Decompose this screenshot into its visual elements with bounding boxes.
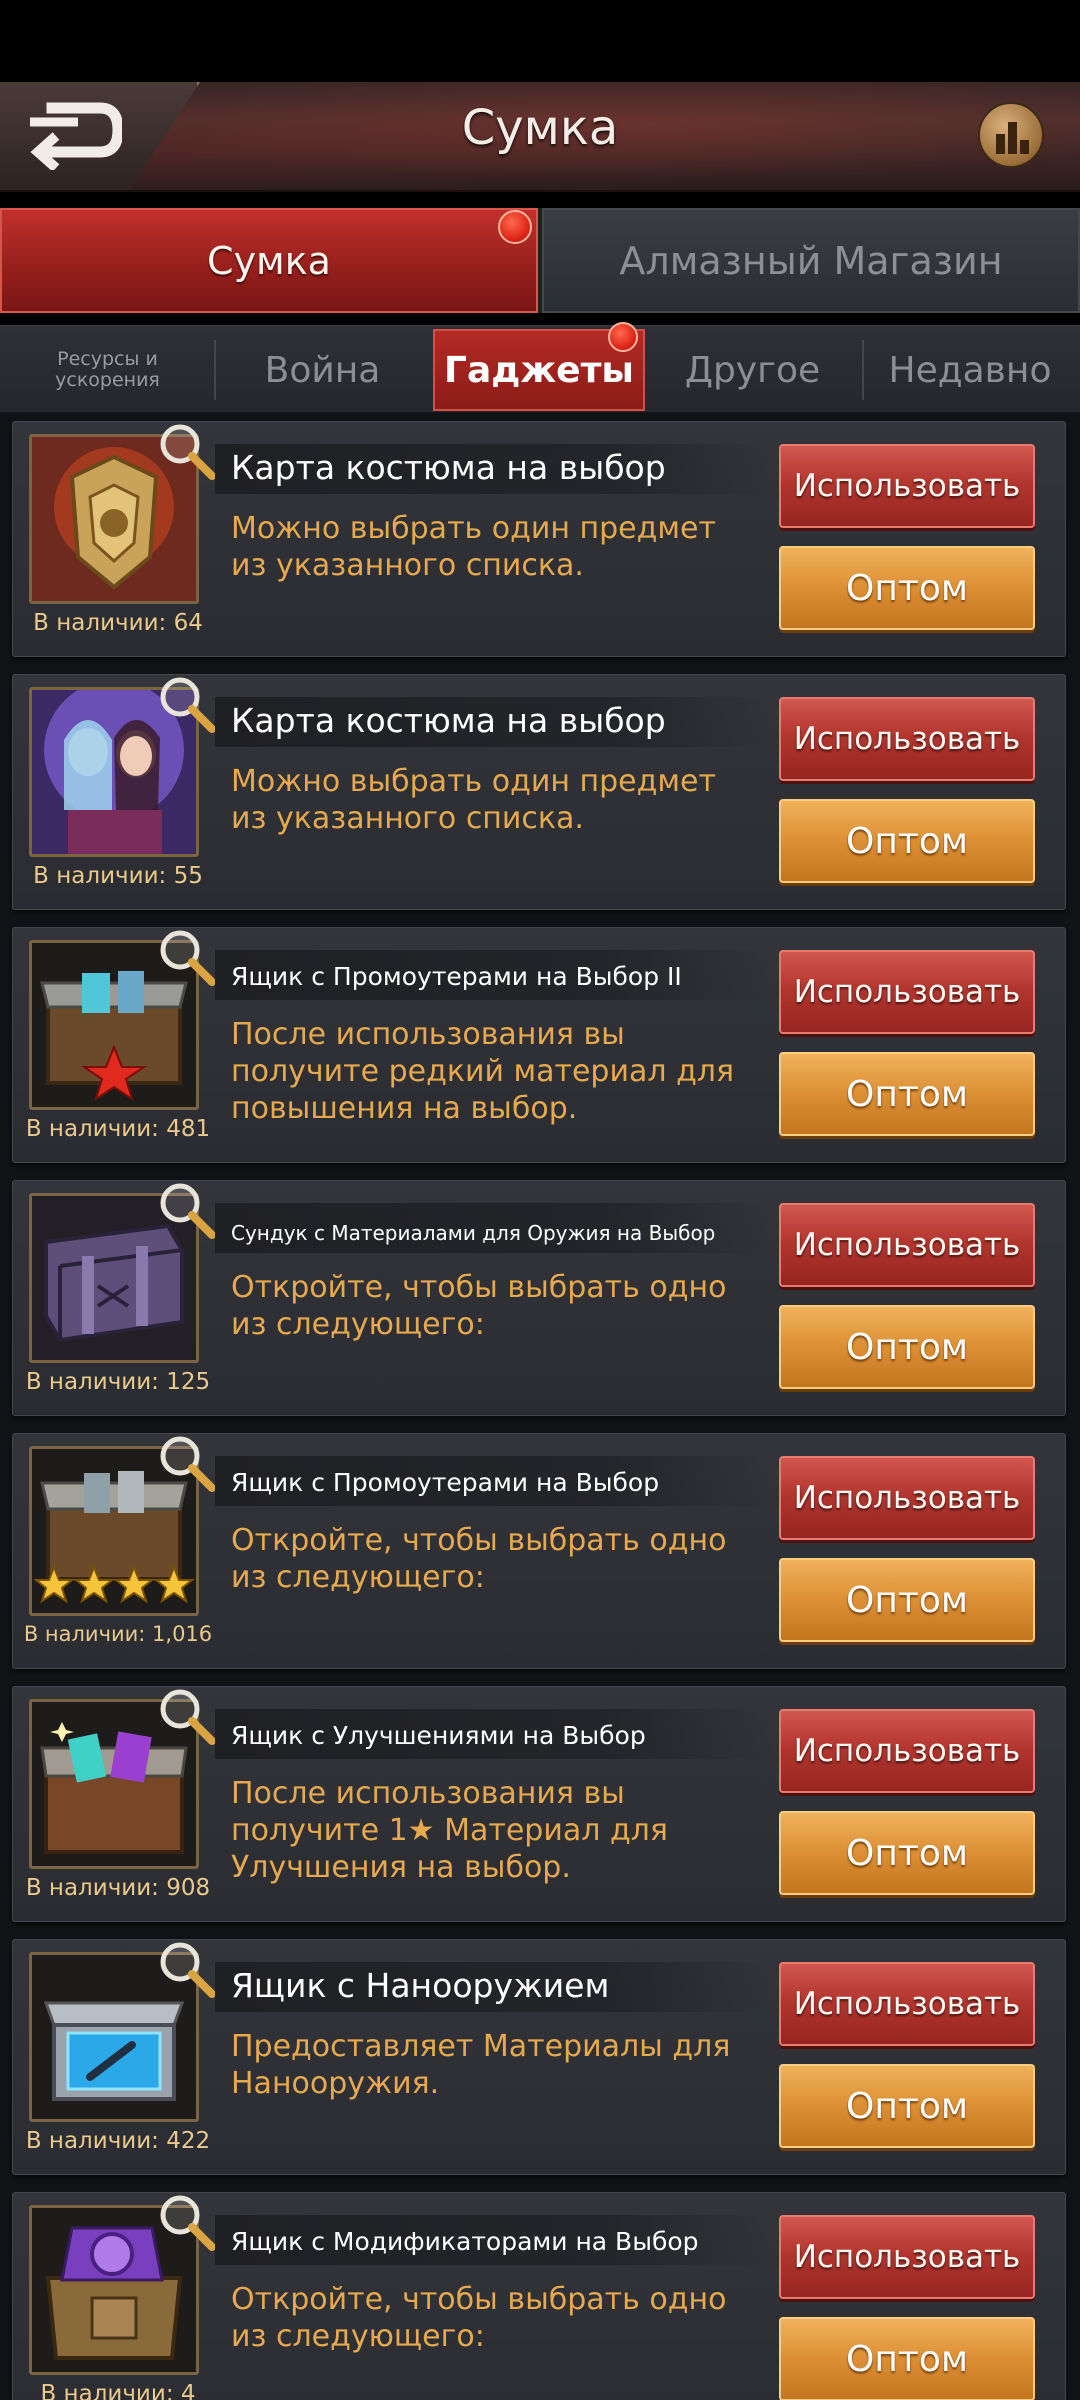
item-name: Карта костюма на выбор [231,701,666,740]
sub-tabs: Ресурсы и ускорения Война Гаджеты Другое… [0,322,1080,414]
item-name: Сундук с Материалами для Оружия на Выбор [231,1221,716,1245]
use-button[interactable]: Использовать [779,1709,1035,1793]
list-item: В наличии: 1,016 Ящик с Промоутерами на … [12,1433,1066,1669]
use-button[interactable]: Использовать [779,1962,1035,2046]
use-button[interactable]: Использовать [779,1203,1035,1287]
stats-button[interactable] [978,102,1044,168]
notification-badge [498,210,532,244]
magnifier-icon[interactable] [158,1940,218,2000]
subtab-recent[interactable]: Недавно [860,326,1080,414]
bulk-button[interactable]: Оптом [779,2317,1035,2400]
item-quantity: В наличии: 422 [25,2128,211,2154]
item-description: Откройте, чтобы выбрать одно из следующе… [231,1523,727,1595]
list-item: В наличии: 422 Ящик с Нанооружием Предос… [12,1939,1066,2175]
bulk-button[interactable]: Оптом [779,1811,1035,1895]
magnifier-icon[interactable] [158,1181,218,1241]
item-name: Ящик с Промоутерами на Выбор [231,1468,660,1497]
magnifier-icon[interactable] [158,675,218,735]
item-quantity: В наличии: 125 [25,1369,211,1395]
magnifier-icon[interactable] [158,928,218,988]
item-name: Ящик с Модификаторами на Выбор [231,2227,699,2256]
item-description: После использования вы получите редкий м… [231,1017,735,1126]
bulk-button[interactable]: Оптом [779,546,1035,630]
item-name: Карта костюма на выбор [231,448,666,487]
subtab-gadgets-label: Гаджеты [444,349,634,391]
item-description: Предоставляет Материалы для Нанооружия. [231,2029,731,2101]
tab-bag-label: Сумка [207,238,331,283]
header: Сумка [0,82,1080,192]
list-item: В наличии: 64 Карта костюма на выбор Мож… [12,421,1066,657]
subtab-other[interactable]: Другое [645,326,860,414]
item-name: Ящик с Улучшениями на Выбор [231,1721,646,1750]
item-quantity: В наличии: 1,016 [23,1622,213,1646]
item-description: Откройте, чтобы выбрать одно из следующе… [231,1270,727,1342]
subtab-recent-label: Недавно [888,349,1052,391]
bulk-button[interactable]: Оптом [779,1305,1035,1389]
list-item: В наличии: 4 Ящик с Модификаторами на Вы… [12,2192,1066,2400]
subtab-resources-label-line2: ускорения [55,369,160,391]
magnifier-icon[interactable] [158,1434,218,1494]
bar-chart-icon [996,122,1029,154]
magnifier-icon[interactable] [158,1687,218,1747]
item-description: Можно выбрать один предмет из указанного… [231,764,716,836]
bulk-button[interactable]: Оптом [779,799,1035,883]
subtab-resources[interactable]: Ресурсы и ускорения [0,326,215,414]
subtab-war-label: Война [264,349,381,391]
use-button[interactable]: Использовать [779,1456,1035,1540]
list-item: В наличии: 125 Сундук с Материалами для … [12,1180,1066,1416]
list-item: В наличии: 55 Карта костюма на выбор Мож… [12,674,1066,910]
magnifier-icon[interactable] [158,422,218,482]
magnifier-icon[interactable] [158,2193,218,2253]
item-name: Ящик с Нанооружием [231,1966,610,2005]
item-description: Можно выбрать один предмет из указанного… [231,511,716,583]
item-name: Ящик с Промоутерами на Выбор II [231,962,682,991]
subtab-resources-label-line1: Ресурсы и [57,348,158,370]
item-quantity: В наличии: 481 [25,1116,211,1142]
item-quantity: В наличии: 908 [25,1875,211,1901]
item-list[interactable]: В наличии: 64 Карта костюма на выбор Мож… [0,413,1080,2400]
bulk-button[interactable]: Оптом [779,2064,1035,2148]
tab-diamond-shop[interactable]: Алмазный Магазин [542,208,1080,313]
item-quantity: В наличии: 4 [40,2381,196,2400]
notification-badge [608,322,638,352]
status-bar [0,0,1080,82]
item-description: После использования вы получите 1★ Матер… [231,1776,668,1885]
use-button[interactable]: Использовать [779,950,1035,1034]
bulk-button[interactable]: Оптом [779,1052,1035,1136]
item-quantity: В наличии: 64 [33,610,203,636]
use-button[interactable]: Использовать [779,697,1035,781]
use-button[interactable]: Использовать [779,444,1035,528]
item-quantity: В наличии: 55 [33,863,203,889]
subtab-other-label: Другое [684,349,821,391]
item-description: Откройте, чтобы выбрать одно из следующе… [231,2282,727,2354]
main-tabs: Сумка Алмазный Магазин [0,208,1080,313]
use-button[interactable]: Использовать [779,2215,1035,2299]
tab-bag[interactable]: Сумка [0,208,538,313]
subtab-war[interactable]: Война [215,326,430,414]
tab-diamond-shop-label: Алмазный Магазин [619,238,1003,283]
bulk-button[interactable]: Оптом [779,1558,1035,1642]
list-item: В наличии: 908 Ящик с Улучшениями на Выб… [12,1686,1066,1922]
page-title: Сумка [461,100,619,156]
list-item: В наличии: 481 Ящик с Промоутерами на Вы… [12,927,1066,1163]
